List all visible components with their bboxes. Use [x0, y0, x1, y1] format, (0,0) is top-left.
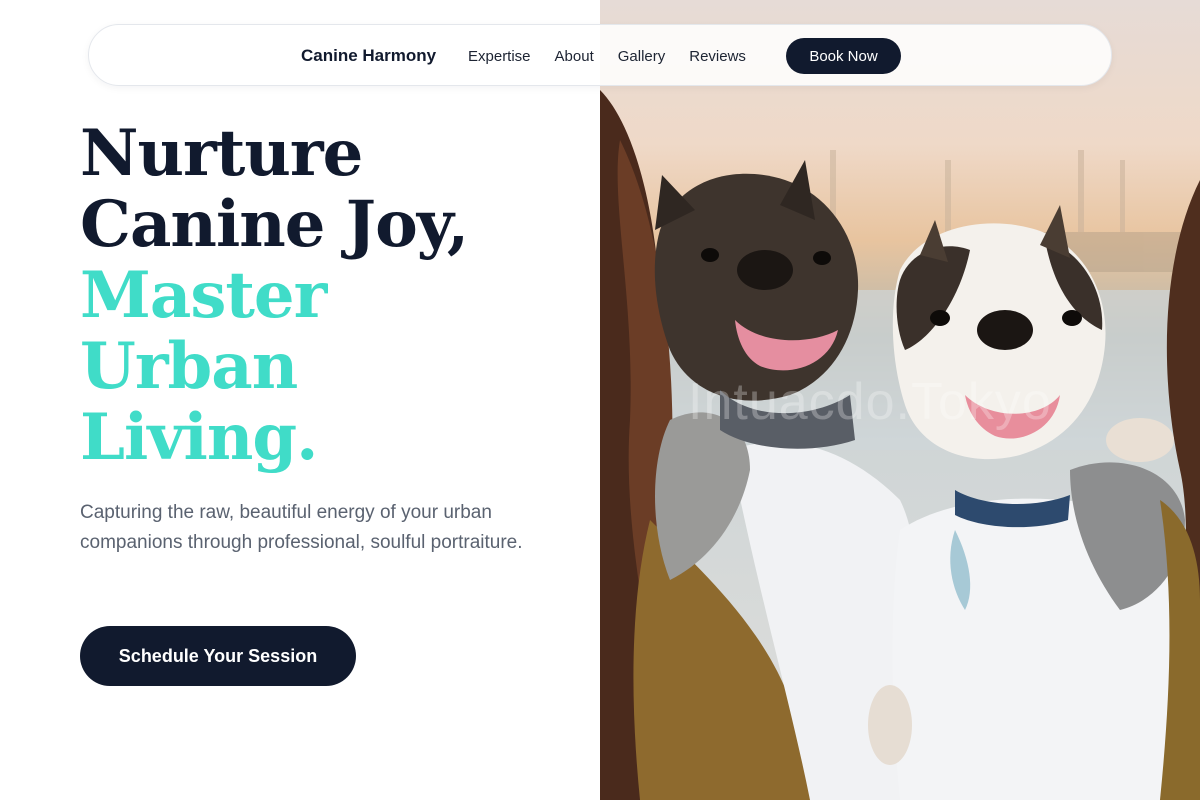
hero-headline: Nurture Canine Joy, Master Urban Living.: [80, 118, 590, 473]
nav-links: Expertise About Gallery Reviews: [468, 25, 746, 87]
photo-watermark: Intuacdo.Tokyo: [688, 373, 1052, 431]
headline-line-2: Canine Joy,: [80, 187, 469, 262]
schedule-session-button[interactable]: Schedule Your Session: [80, 626, 356, 686]
headline-line-3: Master: [80, 258, 327, 333]
hero-subtext: Capturing the raw, beautiful energy of y…: [80, 502, 523, 553]
headline-line-5: Living.: [80, 400, 318, 475]
brand-logo-text[interactable]: Canine Harmony: [301, 25, 436, 87]
headline-line-1: Nurture: [80, 116, 363, 191]
top-navigation: Canine Harmony Expertise About Gallery R…: [88, 24, 1112, 86]
nav-link-reviews[interactable]: Reviews: [689, 48, 746, 65]
nav-link-gallery[interactable]: Gallery: [618, 48, 666, 65]
hero-photo: Intuacdo.Tokyo: [600, 0, 1200, 800]
headline-line-4: Urban: [80, 329, 298, 404]
nav-link-about[interactable]: About: [555, 48, 594, 65]
nav-link-expertise[interactable]: Expertise: [468, 48, 531, 65]
book-now-button[interactable]: Book Now: [786, 38, 901, 74]
